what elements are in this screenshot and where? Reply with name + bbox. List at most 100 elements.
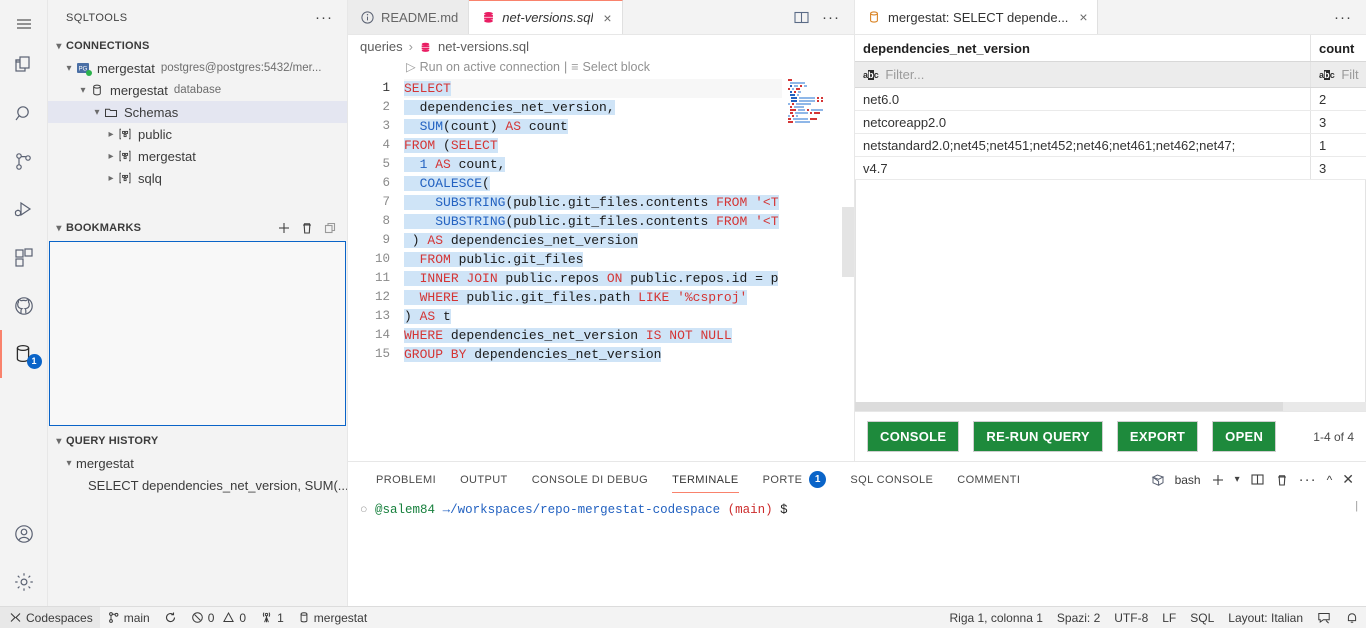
re-run-query-button[interactable]: RE-RUN QUERY — [973, 421, 1103, 452]
status-eol[interactable]: LF — [1155, 607, 1183, 628]
copy-bookmark-icon[interactable] — [323, 221, 337, 235]
panel-tab-porte[interactable]: PORTE 1 — [751, 462, 839, 497]
panel-tab-output[interactable]: OUTPUT — [448, 462, 520, 497]
code-line[interactable]: FROM (SELECT — [404, 136, 782, 155]
cell-count[interactable]: 3 — [1311, 111, 1366, 133]
sidebar-more-icon[interactable]: ··· — [309, 9, 339, 26]
close-icon[interactable]: × — [603, 10, 611, 26]
terminal-scrollbar[interactable]: | — [1353, 501, 1360, 513]
editor-more-icon[interactable]: ··· — [822, 9, 840, 26]
code-editor[interactable]: ▷ Run on active connection | ≡ Select bl… — [348, 57, 854, 461]
status-indentation[interactable]: Spazi: 2 — [1050, 607, 1107, 628]
kill-terminal-icon[interactable] — [1275, 473, 1289, 487]
filter-cell-dependencies-net-version[interactable]: abc Filter... — [855, 62, 1311, 87]
split-editor-icon[interactable] — [793, 9, 810, 26]
scrollbar-thumb[interactable] — [855, 402, 1283, 411]
status-keyboard-layout[interactable]: Layout: Italian — [1221, 607, 1310, 628]
cell-dependencies-net-version[interactable]: v4.7 — [855, 157, 1311, 179]
column-header-count[interactable]: count — [1311, 35, 1366, 61]
settings-gear-icon[interactable] — [0, 558, 48, 606]
breadcrumb-file[interactable]: net-versions.sql — [438, 39, 529, 54]
split-terminal-icon[interactable] — [1250, 472, 1265, 487]
status-errors-warnings[interactable]: 0 0 — [184, 607, 253, 628]
tree-item-schema-public[interactable]: ▸ public — [48, 123, 347, 145]
tab-query-results[interactable]: mergestat: SELECT depende... × — [855, 0, 1098, 34]
new-terminal-icon[interactable] — [1211, 473, 1225, 487]
cell-count[interactable]: 2 — [1311, 88, 1366, 110]
console-button[interactable]: CONSOLE — [867, 421, 960, 452]
code-line[interactable]: COALESCE( — [404, 174, 782, 193]
cell-dependencies-net-version[interactable]: netstandard2.0;net45;net451;net452;net46… — [855, 134, 1311, 156]
extensions-icon[interactable] — [0, 234, 48, 282]
code-line[interactable]: ) AS dependencies_net_version — [404, 231, 782, 250]
code-line[interactable]: INNER JOIN public.repos ON public.repos.… — [404, 269, 782, 288]
table-row[interactable]: netstandard2.0;net45;net451;net452;net46… — [855, 134, 1366, 157]
query-history-section-header[interactable]: ▾ QUERY HISTORY — [48, 430, 347, 452]
code-line[interactable]: GROUP BY dependencies_net_version — [404, 345, 782, 364]
run-debug-icon[interactable] — [0, 186, 48, 234]
code-line[interactable]: SUBSTRING(public.git_files.contents FROM… — [404, 212, 782, 231]
maximize-panel-icon[interactable]: ^ — [1327, 473, 1333, 487]
tree-item-database[interactable]: ▾ mergestat database — [48, 79, 347, 101]
status-language-mode[interactable]: SQL — [1183, 607, 1221, 628]
results-horizontal-scrollbar[interactable] — [855, 402, 1366, 411]
breadcrumb-folder[interactable]: queries — [360, 39, 403, 54]
results-more-icon[interactable]: ··· — [1320, 0, 1366, 34]
code-line[interactable]: WHERE dependencies_net_version IS NOT NU… — [404, 326, 782, 345]
panel-tab-console-di-debug[interactable]: CONSOLE DI DEBUG — [520, 462, 660, 497]
export-button[interactable]: EXPORT — [1116, 421, 1199, 452]
cell-dependencies-net-version[interactable]: net6.0 — [855, 88, 1311, 110]
tree-item-schemas[interactable]: ▾ Schemas — [48, 101, 347, 123]
status-sqltools-connection[interactable]: mergestat — [291, 607, 374, 628]
table-row[interactable]: net6.0 2 — [855, 88, 1366, 111]
filter-cell-count[interactable]: abc Filt — [1311, 62, 1366, 87]
code-line[interactable]: SELECT — [404, 79, 782, 98]
query-history-group[interactable]: ▾ mergestat — [48, 452, 347, 474]
delete-bookmark-icon[interactable] — [300, 221, 314, 235]
tree-item-connection[interactable]: ▾ PG mergestat postgres@postgres:5432/me… — [48, 57, 347, 79]
table-row[interactable]: netcoreapp2.0 3 — [855, 111, 1366, 134]
code-line[interactable]: 1 AS count, — [404, 155, 782, 174]
panel-tab-commenti[interactable]: COMMENTI — [945, 462, 1032, 497]
code-line[interactable]: WHERE public.git_files.path LIKE '%cspro… — [404, 288, 782, 307]
code-line[interactable]: FROM public.git_files — [404, 250, 782, 269]
bookmarks-empty-box[interactable] — [49, 241, 346, 426]
database-icon[interactable]: 1 — [0, 330, 48, 378]
query-history-item[interactable]: SELECT dependencies_net_version, SUM(... — [48, 474, 347, 496]
column-header-dependencies-net-version[interactable]: dependencies_net_version — [855, 35, 1311, 61]
tab-net-versions-sql[interactable]: net-versions.sql × — [469, 0, 623, 34]
status-radio-tower[interactable]: 1 — [253, 607, 291, 628]
tree-item-schema-sqlq[interactable]: ▸ sqlq — [48, 167, 347, 189]
table-row[interactable]: v4.7 3 — [855, 157, 1366, 180]
close-icon[interactable]: × — [1079, 9, 1087, 25]
tree-item-schema-mergestat[interactable]: ▸ mergestat — [48, 145, 347, 167]
explorer-icon[interactable] — [0, 42, 48, 90]
code-line[interactable]: dependencies_net_version, — [404, 98, 782, 117]
open-button[interactable]: OPEN — [1212, 421, 1277, 452]
menu-icon[interactable] — [0, 6, 48, 42]
source-control-icon[interactable] — [0, 138, 48, 186]
chevron-down-icon[interactable]: ▾ — [1235, 474, 1240, 485]
panel-tab-sql-console[interactable]: SQL CONSOLE — [838, 462, 945, 497]
feedback-icon[interactable] — [1310, 607, 1338, 628]
add-bookmark-icon[interactable] — [277, 221, 291, 235]
connections-section-header[interactable]: ▾ CONNECTIONS — [48, 35, 347, 57]
panel-tab-problemi[interactable]: PROBLEMI — [364, 462, 448, 497]
cell-dependencies-net-version[interactable]: netcoreapp2.0 — [855, 111, 1311, 133]
code-line[interactable]: SUBSTRING(public.git_files.contents FROM… — [404, 193, 782, 212]
search-icon[interactable] — [0, 90, 48, 138]
tab-readme[interactable]: README.md — [348, 0, 470, 34]
results-grid[interactable]: dependencies_net_version count abc Filte… — [855, 35, 1366, 411]
close-panel-icon[interactable]: ✕ — [1342, 471, 1354, 488]
bookmarks-section-header[interactable]: ▾ BOOKMARKS — [48, 217, 347, 239]
code-line[interactable]: ) AS t — [404, 307, 782, 326]
cell-count[interactable]: 1 — [1311, 134, 1366, 156]
status-encoding[interactable]: UTF-8 — [1107, 607, 1155, 628]
code-line[interactable]: SUM(count) AS count — [404, 117, 782, 136]
code-content[interactable]: SELECT dependencies_net_version, SUM(cou… — [404, 57, 782, 461]
status-branch-indicator[interactable]: main — [100, 607, 157, 628]
status-remote-indicator[interactable]: Codespaces — [0, 606, 100, 628]
terminal-content[interactable]: ○ @salem84 →/workspaces/repo-mergestat-c… — [348, 497, 1366, 606]
notifications-bell-icon[interactable] — [1338, 607, 1366, 628]
status-sync-indicator[interactable] — [157, 607, 184, 628]
